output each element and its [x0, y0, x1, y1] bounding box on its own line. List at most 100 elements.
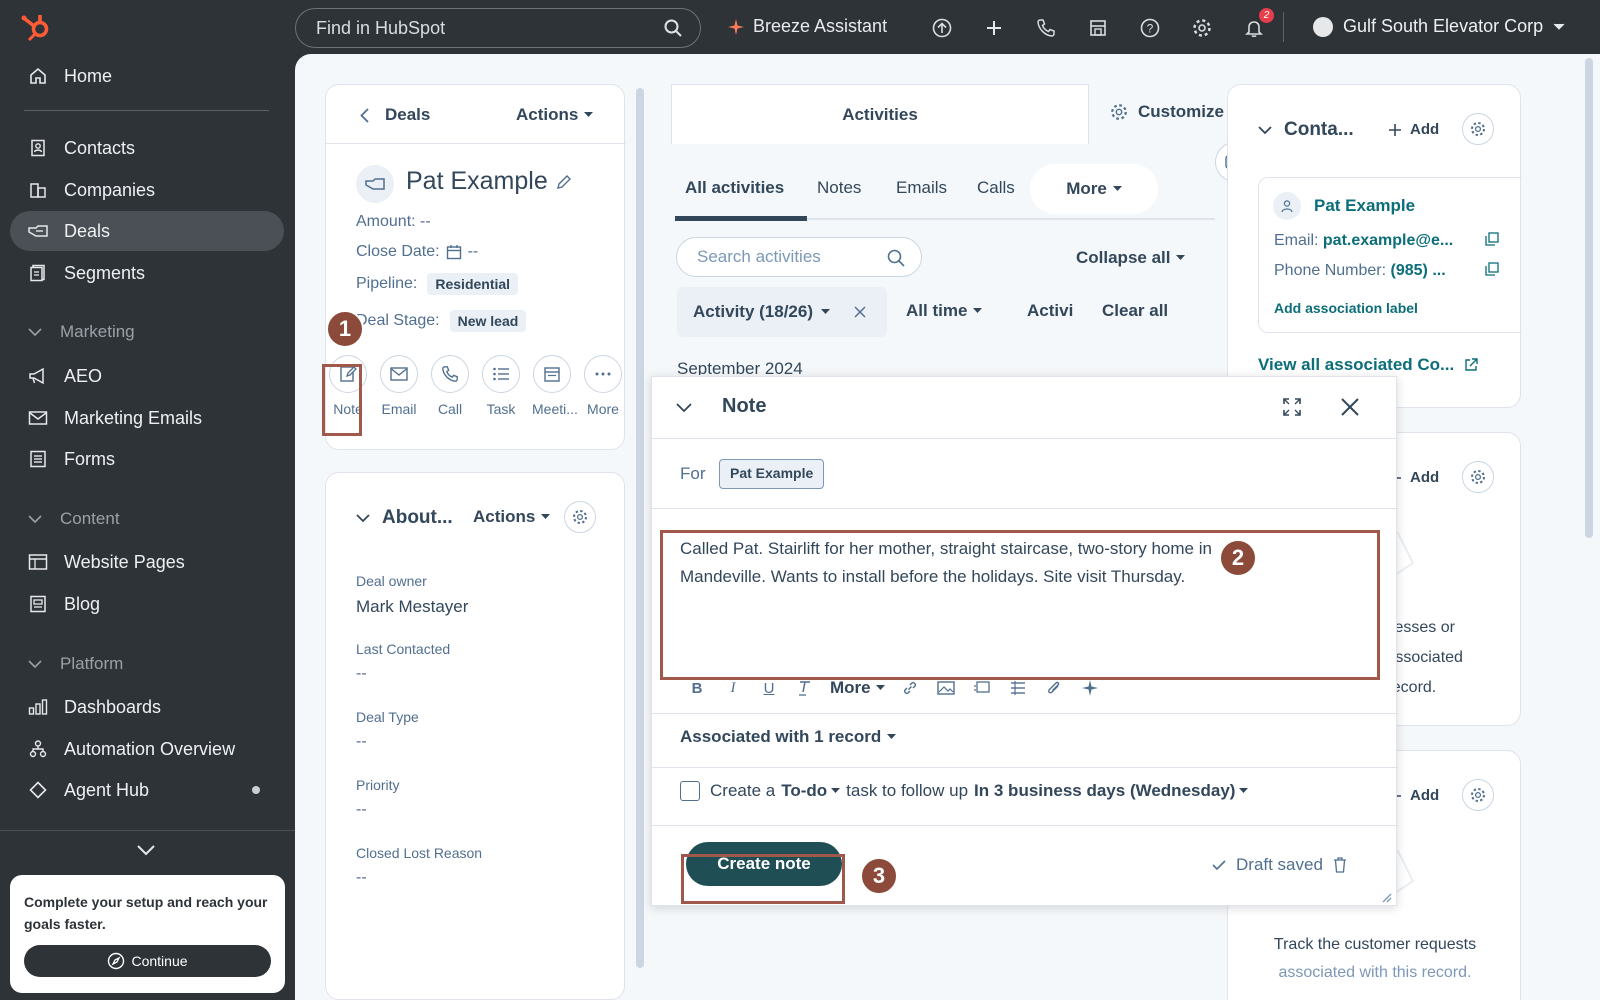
sidebar-section-content[interactable]: Content	[28, 509, 120, 529]
for-contact-chip[interactable]: Pat Example	[719, 459, 825, 489]
pipeline-value[interactable]: Residential	[427, 273, 519, 295]
global-search-input[interactable]: Find in HubSpot	[295, 8, 701, 48]
left-scrollbar[interactable]	[636, 88, 644, 968]
phone-icon[interactable]	[1034, 17, 1058, 39]
contact-phone-link[interactable]: (985) ...	[1391, 262, 1446, 279]
notifications-bell-icon[interactable]: 2	[1242, 8, 1274, 39]
time-filter-dropdown[interactable]: All time	[906, 301, 983, 321]
breeze-assistant-button[interactable]: Breeze Assistant	[727, 16, 887, 37]
sidebar-item-segments[interactable]: Segments	[10, 253, 284, 293]
associated-records-dropdown[interactable]: Associated with 1 record	[680, 727, 897, 747]
amount-value[interactable]: --	[420, 213, 431, 230]
caret-down-icon	[541, 514, 551, 520]
about-actions-dropdown[interactable]: Actions	[473, 507, 551, 527]
contacts-settings-gear-icon[interactable]	[1462, 113, 1494, 145]
meeting-action-button[interactable]: Meeti...	[532, 355, 578, 417]
help-icon[interactable]: ?	[1138, 17, 1162, 39]
sidebar-item-forms[interactable]: Forms	[10, 439, 284, 479]
clear-all-link[interactable]: Clear all	[1102, 301, 1168, 321]
deal-owner-value[interactable]: Mark Mestayer	[356, 597, 468, 617]
clear-filter-x-icon[interactable]	[854, 306, 866, 318]
deal-stage-value[interactable]: New lead	[449, 310, 527, 332]
tickets-settings-gear-icon[interactable]	[1462, 779, 1494, 811]
tab-all-activities[interactable]: All activities	[685, 178, 784, 198]
sidebar-item-deals[interactable]: Deals	[10, 211, 284, 251]
sidebar-item-dashboards[interactable]: Dashboards	[10, 687, 284, 727]
email-action-button[interactable]: Email	[379, 355, 419, 417]
calendar-icon[interactable]	[446, 244, 462, 260]
link-icon[interactable]	[899, 677, 921, 699]
clear-format-icon[interactable]	[794, 677, 816, 699]
tab-emails[interactable]: Emails	[896, 178, 947, 198]
add-association-label-link[interactable]: Add association label	[1274, 300, 1418, 316]
last-contacted-value[interactable]: --	[356, 665, 367, 683]
collapse-chevron-icon[interactable]	[137, 845, 155, 856]
italic-icon[interactable]: I	[722, 677, 744, 699]
companies-settings-gear-icon[interactable]	[1462, 461, 1494, 493]
sidebar-item-website-pages[interactable]: Website Pages	[10, 542, 284, 582]
contact-name-link[interactable]: Pat Example	[1314, 196, 1415, 216]
sidebar-section-platform[interactable]: Platform	[28, 654, 123, 674]
todo-due-dropdown[interactable]: In 3 business days (Wednesday)	[974, 781, 1249, 801]
back-to-deals-link[interactable]: Deals	[360, 105, 430, 125]
search-activities-input[interactable]: Search activities	[676, 237, 922, 277]
upgrade-icon[interactable]	[930, 17, 954, 39]
sidebar-item-companies[interactable]: Companies	[10, 170, 284, 210]
tab-notes[interactable]: Notes	[817, 178, 861, 198]
about-settings-gear-icon[interactable]	[564, 501, 596, 533]
sidebar-item-automation-overview[interactable]: Automation Overview	[10, 729, 284, 769]
contact-email-link[interactable]: pat.example@e...	[1323, 232, 1453, 249]
record-actions-dropdown[interactable]: Actions	[516, 105, 594, 125]
close-icon[interactable]	[1340, 397, 1360, 417]
collapse-all-dropdown[interactable]: Collapse all	[1076, 248, 1186, 268]
todo-checkbox[interactable]	[680, 781, 700, 801]
hubspot-logo-icon[interactable]	[20, 10, 54, 44]
tab-more-dropdown[interactable]: More	[1030, 164, 1158, 214]
sidebar-item-aeo[interactable]: AEO	[10, 356, 284, 396]
settings-gear-icon[interactable]	[1190, 17, 1214, 39]
continue-button[interactable]: Continue	[24, 945, 271, 977]
sidebar-section-marketing[interactable]: Marketing	[28, 322, 135, 342]
sidebar-item-contacts[interactable]: Contacts	[10, 128, 284, 168]
sidebar-item-marketing-emails[interactable]: Marketing Emails	[10, 398, 284, 438]
right-scrollbar[interactable]	[1585, 58, 1593, 538]
template-icon[interactable]	[1007, 677, 1029, 699]
about-section-toggle[interactable]: About...	[356, 507, 453, 529]
close-date-value[interactable]: --	[468, 243, 479, 261]
activity-filter-chip[interactable]: Activity (18/26)	[677, 287, 887, 337]
bold-icon[interactable]: B	[686, 677, 708, 699]
image-icon[interactable]	[935, 677, 957, 699]
account-menu[interactable]: Gulf South Elevator Corp	[1313, 16, 1565, 37]
ai-sparkle-icon[interactable]	[1079, 677, 1101, 699]
edit-pencil-icon[interactable]	[556, 174, 572, 190]
priority-value[interactable]: --	[356, 801, 367, 819]
attachment-paperclip-icon[interactable]	[1043, 677, 1065, 699]
expand-icon[interactable]	[1282, 397, 1302, 417]
activity-users-filter[interactable]: Activi	[1027, 301, 1073, 321]
view-all-contacts-link[interactable]: View all associated Co...	[1258, 355, 1478, 375]
sidebar-item-blog[interactable]: Blog	[10, 584, 284, 624]
deal-type-value[interactable]: --	[356, 733, 367, 751]
underline-icon[interactable]: U	[758, 677, 780, 699]
tab-calls[interactable]: Calls	[977, 178, 1015, 198]
tab-activities[interactable]: Activities	[671, 84, 1089, 144]
more-actions-button[interactable]: More	[583, 355, 623, 417]
marketplace-icon[interactable]	[1086, 17, 1110, 39]
customize-button[interactable]: Customize	[1110, 102, 1224, 122]
sidebar-item-home[interactable]: Home	[10, 56, 284, 96]
closed-lost-reason-value[interactable]: --	[356, 869, 367, 887]
call-action-button[interactable]: Call	[430, 355, 470, 417]
contacts-section-toggle[interactable]: Conta...	[1258, 119, 1354, 141]
resize-handle-icon[interactable]	[1380, 891, 1392, 903]
todo-type-dropdown[interactable]: To-do	[781, 781, 841, 801]
plus-icon[interactable]	[982, 17, 1006, 39]
copy-email-icon[interactable]	[1485, 232, 1499, 246]
toolbar-more-dropdown[interactable]: More	[830, 678, 885, 698]
add-contact-button[interactable]: Add	[1388, 121, 1439, 138]
task-action-button[interactable]: Task	[481, 355, 521, 417]
collapse-note-chevron-icon[interactable]	[676, 403, 692, 413]
trash-icon[interactable]	[1333, 857, 1347, 873]
sidebar-item-agent-hub[interactable]: Agent Hub	[10, 770, 284, 810]
copy-phone-icon[interactable]	[1485, 262, 1499, 276]
snippet-icon[interactable]	[971, 677, 993, 699]
